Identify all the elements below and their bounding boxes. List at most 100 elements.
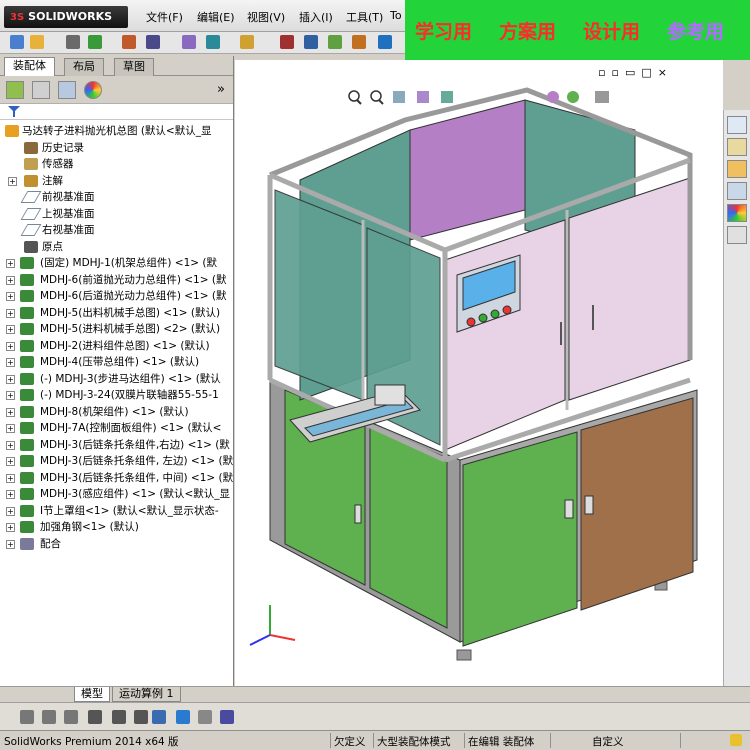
hide-show-icon[interactable] [206, 35, 220, 49]
expand-toggle-icon[interactable]: + [8, 176, 17, 186]
file-explorer-icon[interactable] [727, 160, 747, 178]
tree-item[interactable]: + MDHJ-3(后链条托条组件, 左边) <1> (默 [0, 453, 233, 470]
tab-motion-study[interactable]: 运动算例 1 [112, 687, 181, 702]
pin-icon[interactable] [66, 35, 80, 49]
graphics-viewport[interactable]: ▫▫▭□× [235, 60, 723, 686]
custom-properties-icon[interactable] [727, 226, 747, 244]
property-manager-icon[interactable] [32, 81, 50, 99]
expand-toggle-icon[interactable]: + [6, 457, 15, 466]
expand-toggle-icon[interactable]: + [6, 506, 15, 516]
expand-toggle-icon[interactable]: + [6, 308, 15, 318]
tree-item[interactable]: + (固定) MDHJ-1(机架总组件) <1> (默 [0, 255, 233, 272]
tool-icon-5[interactable] [112, 710, 126, 724]
tree-item[interactable]: + MDHJ-4(压带总组件) <1> (默认) [0, 354, 233, 371]
tool-icon-2[interactable] [42, 710, 56, 724]
tab-layout[interactable]: 布局 [64, 58, 104, 76]
menu-edit[interactable]: 编辑(E) [197, 9, 235, 25]
edit-appearance-icon[interactable] [240, 35, 254, 49]
tree-item[interactable]: + 加强角钢<1> (默认) [0, 519, 233, 536]
save-icon[interactable] [304, 35, 318, 49]
solidworks-logo[interactable]: 3S SOLIDWORKS [4, 6, 128, 28]
tab-assembly[interactable]: 装配体 [4, 57, 55, 77]
tree-item[interactable]: + MDHJ-5(进料机械手总图) <2> (默认) [0, 321, 233, 338]
tool-icon-9[interactable] [198, 710, 212, 724]
expand-toggle-icon[interactable]: + [6, 539, 15, 549]
open-icon[interactable] [30, 35, 44, 49]
tool-icon-3[interactable] [64, 710, 78, 724]
window-controls[interactable]: ▫▫▭□× [598, 66, 673, 79]
expand-toggle-icon[interactable]: + [6, 358, 15, 367]
tree-item[interactable]: + (-) MDHJ-3-24(双膜片联轴器55-55-1 [0, 387, 233, 404]
tree-item[interactable]: + MDHJ-2(进料组件总图) <1> (默认) [0, 338, 233, 355]
tab-sketch[interactable]: 草图 [114, 58, 154, 76]
new-doc-icon[interactable] [10, 35, 24, 49]
menu-toolbox[interactable]: To [390, 9, 402, 22]
tool-icon-1[interactable] [20, 710, 34, 724]
tree-item[interactable]: 右视基准面 [0, 222, 233, 239]
tool-icon-10[interactable] [220, 710, 234, 724]
tree-item[interactable]: + MDHJ-7A(控制面板组件) <1> (默认< [0, 420, 233, 437]
options-icon[interactable] [122, 35, 136, 49]
tree-item[interactable]: 马达转子进料抛光机总图 (默认<默认_显 [0, 123, 233, 140]
tree-item[interactable]: + MDHJ-3(后链条托条组件,右边) <1> (默 [0, 437, 233, 454]
filter-icon[interactable] [8, 106, 20, 117]
tree-item[interactable]: + MDHJ-8(机架组件) <1> (默认) [0, 404, 233, 421]
expand-toggle-icon[interactable]: + [6, 490, 15, 499]
tree-item[interactable]: + MDHJ-6(后道抛光动力总组件) <1> (默 [0, 288, 233, 305]
view-orient-icon[interactable] [146, 35, 160, 49]
tree-item[interactable]: + 注解 [0, 173, 233, 190]
expand-toggle-icon[interactable]: + [6, 440, 15, 450]
expand-toggle-icon[interactable]: + [6, 374, 15, 384]
expand-toggle-icon[interactable]: + [6, 523, 15, 532]
expand-panel-icon[interactable]: » [217, 82, 225, 97]
tree-item[interactable]: + MDHJ-3(感应组件) <1> (默认<默认_显 [0, 486, 233, 503]
tree-item[interactable]: + (-) MDHJ-3(步进马达组件) <1> (默认 [0, 371, 233, 388]
menu-file[interactable]: 文件(F) [146, 9, 183, 25]
select-icon[interactable] [328, 35, 342, 49]
help-icon[interactable] [730, 734, 742, 746]
resources-icon[interactable] [727, 116, 747, 134]
expand-toggle-icon[interactable]: + [6, 259, 15, 268]
tool-icon-6[interactable] [134, 710, 148, 724]
tree-item-label: MDHJ-4(压带总组件) <1> (默认) [40, 356, 200, 368]
display-manager-icon[interactable] [84, 81, 102, 99]
expand-toggle-icon[interactable]: + [6, 391, 15, 400]
tool-icon-7[interactable] [152, 710, 166, 724]
expand-toggle-icon[interactable]: + [6, 325, 15, 334]
expand-toggle-icon[interactable]: + [6, 292, 15, 301]
tree-item[interactable]: 前视基准面 [0, 189, 233, 206]
tree-item[interactable]: 上视基准面 [0, 206, 233, 223]
display-style-icon[interactable] [182, 35, 196, 49]
tool-icon-4[interactable] [88, 710, 102, 724]
sketch-icon[interactable] [378, 35, 392, 49]
rebuild-icon[interactable] [280, 35, 294, 49]
tree-item[interactable]: + 配合 [0, 536, 233, 553]
assembly-tool-icon[interactable] [88, 35, 102, 49]
menu-view[interactable]: 视图(V) [247, 9, 285, 25]
tool-icon-8[interactable] [176, 710, 190, 724]
expand-toggle-icon[interactable]: + [6, 341, 15, 351]
menu-tools[interactable]: 工具(T) [346, 9, 383, 25]
appearances-icon[interactable] [727, 204, 747, 222]
expand-toggle-icon[interactable]: + [6, 424, 15, 433]
tree-item[interactable]: 传感器 [0, 156, 233, 173]
measure-icon[interactable] [352, 35, 366, 49]
tree-item[interactable]: + MDHJ-6(前道抛光动力总组件) <1> (默 [0, 272, 233, 289]
tree-item[interactable]: + MDHJ-3(后链条托条组件, 中间) <1> (默 [0, 470, 233, 487]
tree-item[interactable]: + MDHJ-5(出料机械手总图) <1> (默认) [0, 305, 233, 322]
tree-item-label: 传感器 [42, 158, 74, 170]
tree-item[interactable]: 原点 [0, 239, 233, 256]
tree-item[interactable]: 历史记录 [0, 140, 233, 157]
expand-toggle-icon[interactable]: + [6, 473, 15, 483]
view-palette-icon[interactable] [727, 182, 747, 200]
feature-tree-icon[interactable] [6, 81, 24, 99]
expand-toggle-icon[interactable]: + [6, 407, 15, 417]
configuration-manager-icon[interactable] [58, 81, 76, 99]
expand-toggle-icon[interactable]: + [6, 275, 15, 285]
plane-icon [20, 224, 42, 236]
tab-model[interactable]: 模型 [74, 687, 110, 702]
tree-item[interactable]: + I节上罩组<1> (默认<默认_显示状态- [0, 503, 233, 520]
design-library-icon[interactable] [727, 138, 747, 156]
status-custom[interactable]: 自定义 [592, 734, 624, 749]
menu-insert[interactable]: 插入(I) [299, 9, 333, 25]
